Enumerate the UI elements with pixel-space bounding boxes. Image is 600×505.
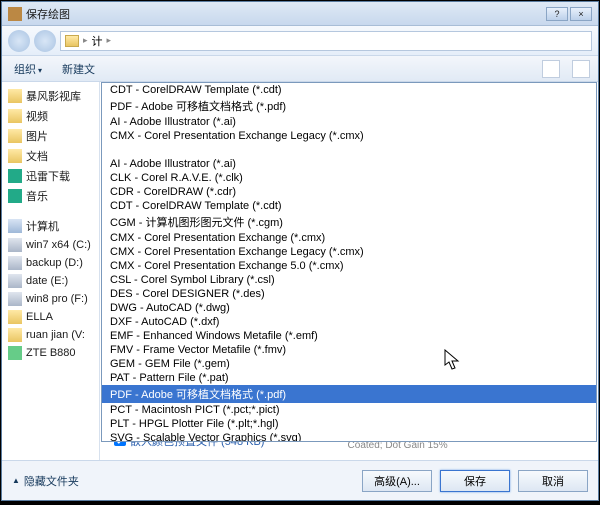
sidebar-item[interactable]: ELLA <box>2 308 99 326</box>
newfolder-button[interactable]: 新建文 <box>58 59 99 79</box>
folder-icon <box>8 129 22 143</box>
folder-icon <box>8 219 22 233</box>
filetype-option[interactable]: DES - Corel DESIGNER (*.des) <box>102 287 596 301</box>
filetype-option[interactable]: GEM - GEM File (*.gem) <box>102 357 596 371</box>
sidebar-item[interactable]: ruan jian (V: <box>2 326 99 344</box>
folder-icon <box>8 189 22 203</box>
sidebar-item[interactable]: ZTE B880 <box>2 344 99 362</box>
filetype-option[interactable]: CMX - Corel Presentation Exchange 5.0 (*… <box>102 259 596 273</box>
filetype-option[interactable]: AI - Adobe Illustrator (*.ai) <box>102 115 596 129</box>
sidebar-item[interactable]: backup (D:) <box>2 254 99 272</box>
saveas-dialog: 保存绘图 ? × ▸ 计 ▸ 组织▾ 新建文 暴风影视库视频图片文档迅雷下载音乐… <box>1 1 599 501</box>
help-icon[interactable] <box>572 60 590 78</box>
sidebar-item-label: ruan jian (V: <box>26 329 85 341</box>
sidebar-item-label: date (E:) <box>26 275 68 287</box>
sidebar-item-label: 音乐 <box>26 188 48 204</box>
close-button[interactable]: × <box>570 7 592 21</box>
sidebar-item-label: win8 pro (F:) <box>26 293 88 305</box>
filetype-option[interactable] <box>102 143 596 157</box>
filetype-option[interactable]: CSL - Corel Symbol Library (*.csl) <box>102 273 596 287</box>
sidebar-item[interactable]: 音乐 <box>2 186 99 206</box>
sidebar-item[interactable]: 计算机 <box>2 216 99 236</box>
forward-button[interactable] <box>34 30 56 52</box>
folder-icon <box>8 256 22 270</box>
breadcrumb: 计 <box>92 33 103 49</box>
folder-icon <box>8 274 22 288</box>
sidebar-item-label: win7 x64 (C:) <box>26 239 91 251</box>
filetype-option[interactable]: FMV - Frame Vector Metafile (*.fmv) <box>102 343 596 357</box>
folder-icon <box>65 35 79 47</box>
chevron-right-icon: ▸ <box>83 35 88 46</box>
sidebar-item[interactable]: win7 x64 (C:) <box>2 236 99 254</box>
sidebar[interactable]: 暴风影视库视频图片文档迅雷下载音乐计算机 win7 x64 (C:) backup … <box>2 82 100 460</box>
advanced-button[interactable]: 高级(A)... <box>362 470 432 492</box>
folder-icon <box>8 292 22 306</box>
folder-icon <box>8 310 22 324</box>
filetype-option[interactable]: DXF - AutoCAD (*.dxf) <box>102 315 596 329</box>
filetype-option[interactable]: CLK - Corel R.A.V.E. (*.clk) <box>102 171 596 185</box>
sidebar-item[interactable]: win8 pro (F:) <box>2 290 99 308</box>
back-button[interactable] <box>8 30 30 52</box>
filetype-option[interactable]: SVG - Scalable Vector Graphics (*.svg) <box>102 431 596 442</box>
filetype-option[interactable]: PLT - HPGL Plotter File (*.plt;*.hgl) <box>102 417 596 431</box>
sidebar-item[interactable]: 文档 <box>2 146 99 166</box>
toolbar: 组织▾ 新建文 <box>2 56 598 82</box>
sidebar-item-label: 暴风影视库 <box>26 88 81 104</box>
filetype-option[interactable]: DWG - AutoCAD (*.dwg) <box>102 301 596 315</box>
sidebar-item-label: ZTE B880 <box>26 347 76 359</box>
organize-button[interactable]: 组织▾ <box>10 59 46 79</box>
help-button[interactable]: ? <box>546 7 568 21</box>
filetype-option[interactable]: PAT - Pattern File (*.pat) <box>102 371 596 385</box>
sidebar-item-label: 迅雷下载 <box>26 168 70 184</box>
folder-icon <box>8 346 22 360</box>
window-title: 保存绘图 <box>26 6 70 22</box>
folder-icon <box>8 109 22 123</box>
folder-icon <box>8 89 22 103</box>
filetype-option[interactable]: CMX - Corel Presentation Exchange Legacy… <box>102 129 596 143</box>
view-button[interactable] <box>542 60 560 78</box>
sidebar-item-label: backup (D:) <box>26 257 83 269</box>
filetype-option[interactable]: CDT - CorelDRAW Template (*.cdt) <box>102 83 596 97</box>
sidebar-item-label: ELLA <box>26 311 53 323</box>
sidebar-item[interactable]: 迅雷下载 <box>2 166 99 186</box>
app-icon <box>8 7 22 21</box>
sidebar-item[interactable]: 图片 <box>2 126 99 146</box>
sidebar-item-label: 计算机 <box>26 218 59 234</box>
sidebar-item[interactable]: 暴风影视库 <box>2 86 99 106</box>
hide-folders-toggle[interactable]: ▲ 隐藏文件夹 <box>12 473 79 489</box>
filetype-option[interactable]: PDF - Adobe 可移植文档格式 (*.pdf) <box>102 385 596 403</box>
filetype-option[interactable]: CMX - Corel Presentation Exchange Legacy… <box>102 245 596 259</box>
folder-icon <box>8 169 22 183</box>
footer: ▲ 隐藏文件夹 高级(A)... 保存 取消 <box>2 460 598 500</box>
cancel-button[interactable]: 取消 <box>518 470 588 492</box>
address-bar[interactable]: ▸ 计 ▸ <box>60 31 592 51</box>
filetype-option[interactable]: PCT - Macintosh PICT (*.pct;*.pict) <box>102 403 596 417</box>
sidebar-item-label: 文档 <box>26 148 48 164</box>
sidebar-item[interactable]: 视频 <box>2 106 99 126</box>
filetype-option[interactable]: PDF - Adobe 可移植文档格式 (*.pdf) <box>102 97 596 115</box>
folder-icon <box>8 238 22 252</box>
folder-icon <box>8 149 22 163</box>
folder-icon <box>8 328 22 342</box>
filetype-option[interactable]: AI - Adobe Illustrator (*.ai) <box>102 157 596 171</box>
filetype-option[interactable]: CDR - CorelDRAW (*.cdr) <box>102 185 596 199</box>
save-button[interactable]: 保存 <box>440 470 510 492</box>
sidebar-item-label: 视频 <box>26 108 48 124</box>
filetype-dropdown-list[interactable]: CDT - CorelDRAW Template (*.cdt)PDF - Ad… <box>101 82 597 442</box>
titlebar[interactable]: 保存绘图 ? × <box>2 2 598 26</box>
filetype-option[interactable]: EMF - Enhanced Windows Metafile (*.emf) <box>102 329 596 343</box>
sidebar-item[interactable]: date (E:) <box>2 272 99 290</box>
filetype-option[interactable]: CGM - 计算机图形图元文件 (*.cgm) <box>102 213 596 231</box>
filetype-option[interactable]: CMX - Corel Presentation Exchange (*.cmx… <box>102 231 596 245</box>
sidebar-item-label: 图片 <box>26 128 48 144</box>
filetype-option[interactable]: CDT - CorelDRAW Template (*.cdt) <box>102 199 596 213</box>
chevron-right-icon: ▸ <box>107 35 112 46</box>
nav-bar: ▸ 计 ▸ <box>2 26 598 56</box>
